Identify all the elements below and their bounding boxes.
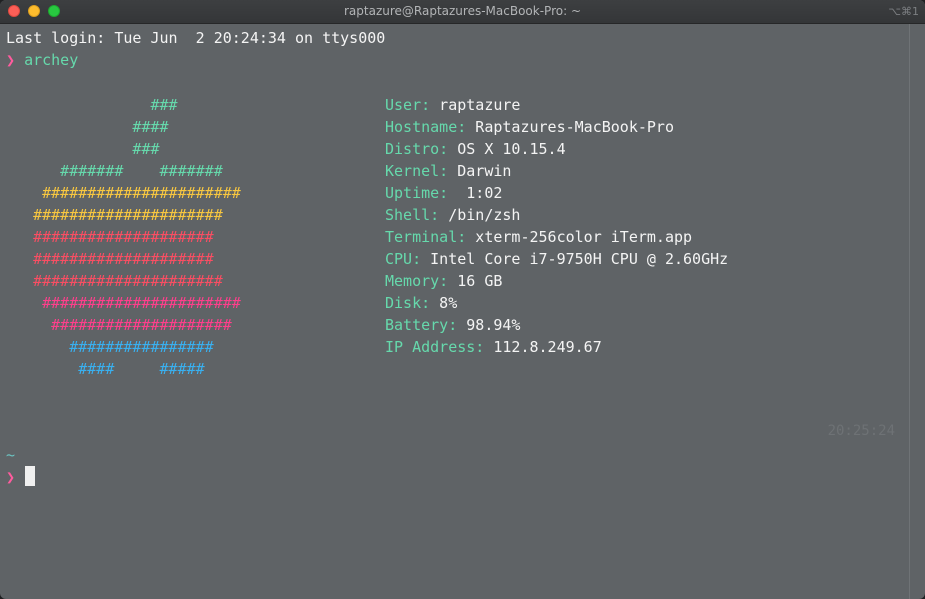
terminal-window: raptazure@Raptazures-MacBook-Pro: ~ ⌥⌘1 … [0, 0, 925, 599]
archey-art-line: ###################### [6, 184, 241, 202]
info-value: Intel Core i7-9750H CPU @ 2.60GHz [421, 250, 729, 268]
info-row-uptime: Uptime: 1:02 [385, 182, 502, 204]
info-label: Shell: [385, 206, 440, 224]
info-label: Disk: [385, 294, 431, 312]
right-prompt-time: 20:25:24 [827, 423, 895, 439]
system-info: User: raptazure Hostname: Raptazures-Mac… [385, 94, 728, 356]
window-title: raptazure@Raptazures-MacBook-Pro: ~ [343, 4, 581, 18]
command-line: ❯ archey [6, 49, 78, 71]
title-bar[interactable]: raptazure@Raptazures-MacBook-Pro: ~ ⌥⌘1 [0, 0, 925, 24]
archey-art-line: #################### [6, 228, 214, 246]
info-label: Kernel: [385, 162, 449, 180]
prompt-arrow-icon: ❯ [6, 468, 16, 486]
info-row-distro: Distro: OS X 10.15.4 [385, 138, 566, 160]
archey-art-line: #################### [6, 250, 214, 268]
info-row-disk: Disk: 8% [385, 292, 457, 314]
archey-art-line: ### [6, 96, 178, 114]
info-label: Hostname: [385, 118, 467, 136]
info-label: Memory: [385, 272, 449, 290]
command-text: archey [24, 51, 79, 69]
info-label: Terminal: [385, 228, 467, 246]
cwd-line: ~ [6, 446, 16, 464]
archey-art-line: #### [6, 118, 169, 136]
text-cursor [25, 466, 36, 486]
info-value: raptazure [430, 96, 521, 114]
terminal-content[interactable]: Last login: Tue Jun 2 20:24:34 on ttys00… [6, 24, 728, 486]
info-label: Battery: [385, 316, 458, 334]
info-row-memory: Memory: 16 GB [385, 270, 502, 292]
info-label: User: [385, 96, 431, 114]
info-row-ip-address: IP Address: 112.8.249.67 [385, 336, 602, 358]
last-login-line: Last login: Tue Jun 2 20:24:34 on ttys00… [6, 29, 386, 47]
info-row-user: User: raptazure [385, 94, 520, 116]
archey-art-line: ####### ####### [6, 162, 223, 180]
archey-logo: ### #### ### ####### ####### ###########… [6, 94, 241, 378]
info-row-cpu: CPU: Intel Core i7-9750H CPU @ 2.60GHz [385, 248, 728, 270]
archey-art-line: ##################### [6, 206, 223, 224]
scrollbar[interactable] [909, 24, 910, 599]
info-row-shell: Shell: /bin/zsh [385, 204, 520, 226]
archey-art-line: ###################### [6, 294, 241, 312]
info-row-battery: Battery: 98.94% [385, 314, 520, 336]
info-value: /bin/zsh [439, 206, 521, 224]
info-row-terminal: Terminal: xterm-256color iTerm.app [385, 226, 692, 248]
info-value: 16 GB [448, 272, 503, 290]
info-value: 1:02 [448, 184, 503, 202]
info-value: Raptazures-MacBook-Pro [466, 118, 674, 136]
info-label: IP Address: [385, 338, 485, 356]
info-value: xterm-256color iTerm.app [466, 228, 693, 246]
archey-art-line: #################### [6, 316, 232, 334]
info-label: Uptime: [385, 184, 449, 202]
info-value: Darwin [448, 162, 512, 180]
info-value: 112.8.249.67 [484, 338, 602, 356]
info-value: 8% [430, 294, 458, 312]
archey-art-line: ### [6, 140, 160, 158]
info-value: 98.94% [457, 316, 521, 334]
info-row-kernel: Kernel: Darwin [385, 160, 511, 182]
info-label: Distro: [385, 140, 449, 158]
info-row-hostname: Hostname: Raptazures-MacBook-Pro [385, 116, 674, 138]
archey-art-line: ################ [6, 338, 214, 356]
info-value: OS X 10.15.4 [448, 140, 566, 158]
tab-shortcut-label: ⌥⌘1 [888, 5, 919, 18]
input-prompt-line[interactable]: ❯ [6, 466, 36, 488]
info-label: CPU: [385, 250, 422, 268]
prompt-arrow-icon: ❯ [6, 51, 16, 69]
archey-art-line: ##################### [6, 272, 223, 290]
archey-art-line: #### ##### [6, 360, 205, 378]
